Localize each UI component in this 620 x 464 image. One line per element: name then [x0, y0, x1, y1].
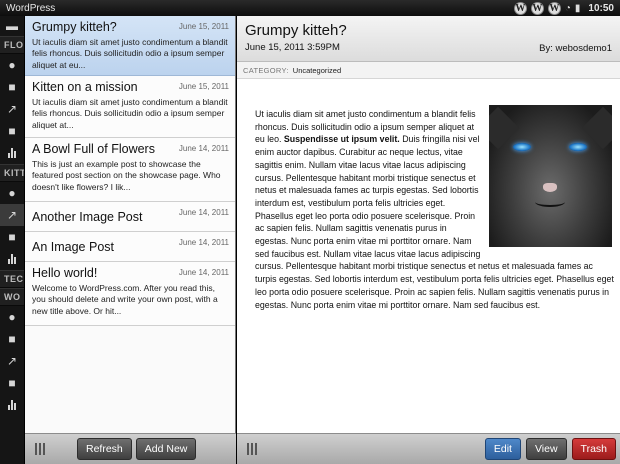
list-item[interactable]: Hello world! June 14, 2011 Welcome to Wo… [25, 262, 235, 326]
pages-icon[interactable]: ■ [0, 226, 24, 248]
list-item[interactable]: Kitten on a mission June 15, 2011 Ut iac… [25, 76, 235, 138]
drag-handle-icon[interactable] [35, 443, 45, 455]
post-excerpt: This is just an example post to showcase… [32, 159, 221, 192]
cat-eye [569, 143, 587, 151]
cat-nose [543, 183, 557, 192]
blog-section-header[interactable]: FLO [0, 36, 24, 54]
post-body: Ut iaculis diam sit amet justo condiment… [255, 105, 615, 311]
refresh-button[interactable]: Refresh [77, 438, 132, 460]
post-list: Grumpy kitteh? June 15, 2011 Ut iaculis … [25, 16, 236, 464]
post-header: Grumpy kitteh? June 15, 2011 3:59PM By: … [237, 16, 620, 62]
wordpress-notification-icon[interactable]: W [547, 1, 561, 15]
post-author: By: webosdemo1 [539, 43, 612, 54]
view-button[interactable]: View [525, 438, 567, 460]
pages-icon[interactable]: ■ [0, 328, 24, 350]
drag-handle-icon[interactable] [247, 443, 257, 455]
battery-icon[interactable]: ▮ [575, 3, 581, 14]
blog-section-header[interactable]: KITTE [0, 164, 24, 182]
post-date: June 15, 2011 [178, 82, 229, 91]
edit-button[interactable]: Edit [484, 438, 521, 460]
pages-icon[interactable]: ■ [0, 372, 24, 394]
add-new-button[interactable]: Add New [135, 438, 197, 460]
list-item[interactable]: An Image Post June 14, 2011 [25, 232, 235, 262]
post-body-bold: Suspendisse ut ipsum velit. [283, 134, 400, 145]
wifi-icon[interactable]: ◔ [565, 3, 571, 14]
list-item[interactable]: A Bowl Full of Flowers June 14, 2011 Thi… [25, 138, 235, 202]
grumpy-cat-photo[interactable] [489, 105, 612, 247]
cat-eye [513, 143, 531, 151]
pin-icon[interactable]: ↗ [0, 350, 24, 372]
stats-icon[interactable] [0, 394, 24, 416]
status-bar: WordPress W W W ◔ ▮ 10:50 [0, 0, 620, 16]
post-excerpt: Welcome to WordPress.com. After you read… [32, 283, 218, 316]
status-icons: W W W ◔ ▮ 10:50 [513, 1, 614, 15]
app-title[interactable]: WordPress [6, 3, 514, 14]
cat-mouth [535, 197, 565, 207]
page-title: Grumpy kitteh? [245, 22, 347, 39]
comments-icon[interactable]: ● [0, 54, 24, 76]
comments-icon[interactable]: ● [0, 182, 24, 204]
category-label: CATEGORY: [243, 65, 289, 75]
post-date: June 14, 2011 [178, 208, 229, 217]
detail-toolbar: Edit View Trash [237, 433, 620, 464]
stats-icon[interactable] [0, 142, 24, 164]
list-toolbar: Refresh Add New [25, 433, 236, 464]
category-bar: CATEGORY: Uncategorized [237, 62, 620, 79]
trash-button[interactable]: Trash [571, 438, 616, 460]
clock[interactable]: 10:50 [588, 3, 614, 14]
comments-icon[interactable]: ▬ [0, 16, 24, 36]
post-excerpt: Ut iaculis diam sit amet justo condiment… [32, 97, 228, 130]
comments-icon[interactable]: ● [0, 306, 24, 328]
category-value[interactable]: Uncategorized [293, 66, 341, 75]
blog-section-header[interactable]: TEC [0, 270, 24, 288]
post-date: June 14, 2011 [178, 144, 229, 153]
blog-section-header[interactable]: WO [0, 288, 24, 306]
stats-icon[interactable] [0, 248, 24, 270]
wordpress-notification-icon[interactable]: W [530, 1, 544, 15]
blog-sidebar: ▬ FLO ● ■ ↗ ■ KITTE ● ↗ ■ TEC WO ● ■ ↗ ■ [0, 16, 25, 464]
wordpress-notification-icon[interactable]: W [513, 1, 527, 15]
list-item[interactable]: Grumpy kitteh? June 15, 2011 Ut iaculis … [25, 16, 235, 76]
pages-icon[interactable]: ■ [0, 120, 24, 142]
list-item[interactable]: Another Image Post June 14, 2011 [25, 202, 235, 232]
post-detail: Grumpy kitteh? June 15, 2011 3:59PM By: … [237, 16, 620, 464]
post-date: June 15, 2011 [178, 22, 229, 31]
pin-icon[interactable]: ↗ [0, 98, 24, 120]
pin-icon[interactable]: ↗ [0, 204, 24, 226]
post-date: June 14, 2011 [178, 268, 229, 277]
pages-icon[interactable]: ■ [0, 76, 24, 98]
post-excerpt: Ut iaculis diam sit amet justo condiment… [32, 37, 228, 70]
post-date: June 14, 2011 [178, 238, 229, 247]
